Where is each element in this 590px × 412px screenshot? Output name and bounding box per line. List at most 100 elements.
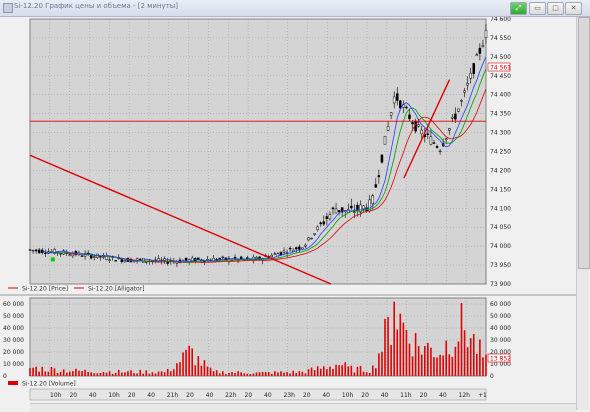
- candle-body: [448, 128, 451, 131]
- volume-bar: [246, 373, 249, 376]
- candle-body: [316, 226, 319, 230]
- volume-tick-label-left: 0: [3, 373, 7, 380]
- candle-body: [138, 258, 142, 261]
- volume-bar: [179, 362, 181, 376]
- volume-bar: [359, 366, 362, 376]
- horizontal-scrollbar[interactable]: [30, 403, 576, 412]
- time-label: 20: [186, 392, 194, 399]
- volume-tick-label: 50 000: [490, 313, 511, 320]
- volume-bar: [252, 373, 255, 376]
- candle-body: [304, 244, 307, 247]
- volume-bar: [87, 371, 89, 376]
- candle-body: [451, 116, 454, 119]
- volume-bar: [209, 367, 212, 376]
- volume-tick-label: 30 000: [490, 337, 511, 344]
- volume-bar: [463, 330, 466, 376]
- volume-bar: [225, 374, 227, 376]
- time-label: 10h: [50, 392, 62, 399]
- volume-bar: [191, 348, 194, 376]
- volume-bar: [338, 365, 340, 376]
- volume-bar: [448, 354, 451, 376]
- volume-bar: [133, 373, 135, 376]
- volume-bar: [35, 366, 37, 376]
- close-button[interactable]: ✕: [565, 2, 582, 15]
- volume-bar: [460, 303, 463, 376]
- volume-bar: [316, 366, 319, 376]
- candle-body: [420, 129, 423, 135]
- volume-bar: [194, 365, 197, 376]
- candle-body: [273, 253, 277, 255]
- candle-body: [337, 210, 341, 212]
- price-tick-label: 74 250: [490, 149, 511, 156]
- last-volume-label: 13 852: [490, 356, 511, 363]
- volume-tick-label-left: 20 000: [3, 349, 24, 356]
- price-tick-label: 74 600: [490, 17, 511, 23]
- volume-tick-label: 0: [490, 373, 494, 380]
- time-label: 20: [69, 392, 77, 399]
- volume-bar: [237, 371, 239, 376]
- candle-body: [380, 154, 384, 163]
- volume-tick-label: 40 000: [490, 325, 511, 332]
- price-tick-label: 74 200: [490, 167, 511, 174]
- candle-body: [62, 250, 65, 255]
- candle-body: [80, 255, 84, 257]
- volume-bar: [243, 373, 246, 376]
- candle-body: [481, 45, 485, 47]
- maximize-button[interactable]: □: [547, 2, 564, 15]
- volume-bar: [117, 369, 120, 376]
- volume-bar: [38, 371, 40, 376]
- scrollbar-thumb[interactable]: [578, 17, 590, 269]
- volume-bar: [347, 366, 350, 376]
- price-tick-label: 74 550: [490, 35, 511, 42]
- volume-legend-label: Si-12.20 [Volume]: [22, 381, 76, 388]
- volume-bar: [264, 371, 267, 376]
- candle-body: [405, 106, 408, 109]
- candle-body: [99, 256, 102, 258]
- candle-body: [353, 211, 356, 213]
- volume-bar: [72, 371, 74, 376]
- time-label: 40: [381, 392, 389, 399]
- volume-bar: [44, 371, 47, 376]
- last-price-label: 74 561: [490, 65, 511, 72]
- volume-bar: [295, 372, 298, 376]
- candle-body: [383, 135, 387, 145]
- volume-bar: [277, 372, 279, 376]
- volume-bar: [197, 356, 200, 376]
- volume-bar: [454, 346, 457, 376]
- minimize-button[interactable]: ▭: [529, 2, 546, 15]
- time-axis[interactable]: [29, 388, 487, 401]
- title-bar: Si-12.20 График цены и объема - [2 минут…: [0, 0, 590, 17]
- volume-bar: [212, 371, 215, 376]
- volume-bar: [329, 366, 331, 376]
- candle-body: [295, 247, 298, 250]
- chart-mode-button[interactable]: ⤢: [510, 2, 527, 15]
- volume-bar: [81, 370, 83, 376]
- volume-bar: [173, 369, 175, 376]
- price-volume-chart[interactable]: 74 600 74 550 74 500 74 450 74 400 74 350 74 3…: [0, 17, 576, 412]
- time-label: 11h: [400, 392, 412, 399]
- candle-body: [438, 150, 442, 153]
- volume-bar: [469, 338, 472, 376]
- candle-body: [386, 126, 390, 131]
- candle-body: [89, 255, 93, 259]
- candle-body: [120, 259, 124, 263]
- volume-bar: [430, 347, 432, 376]
- price-tick-label: 74 150: [490, 186, 511, 193]
- volume-bar: [127, 371, 129, 376]
- candle-body: [108, 259, 111, 261]
- volume-bar: [111, 373, 114, 376]
- candle-body: [307, 237, 310, 241]
- candle-body: [331, 207, 335, 210]
- time-label: +1: [478, 392, 487, 399]
- volume-bar: [365, 372, 368, 376]
- time-label: 20: [128, 392, 136, 399]
- volume-bar: [148, 373, 151, 376]
- candle-body: [218, 257, 221, 260]
- time-label: 40: [322, 392, 330, 399]
- volume-bar: [124, 372, 126, 376]
- vertical-scrollbar[interactable]: [576, 17, 590, 410]
- volume-bar: [203, 360, 206, 376]
- candle-body: [478, 47, 482, 54]
- volume-plot-area: [29, 297, 487, 377]
- volume-bar: [78, 370, 80, 376]
